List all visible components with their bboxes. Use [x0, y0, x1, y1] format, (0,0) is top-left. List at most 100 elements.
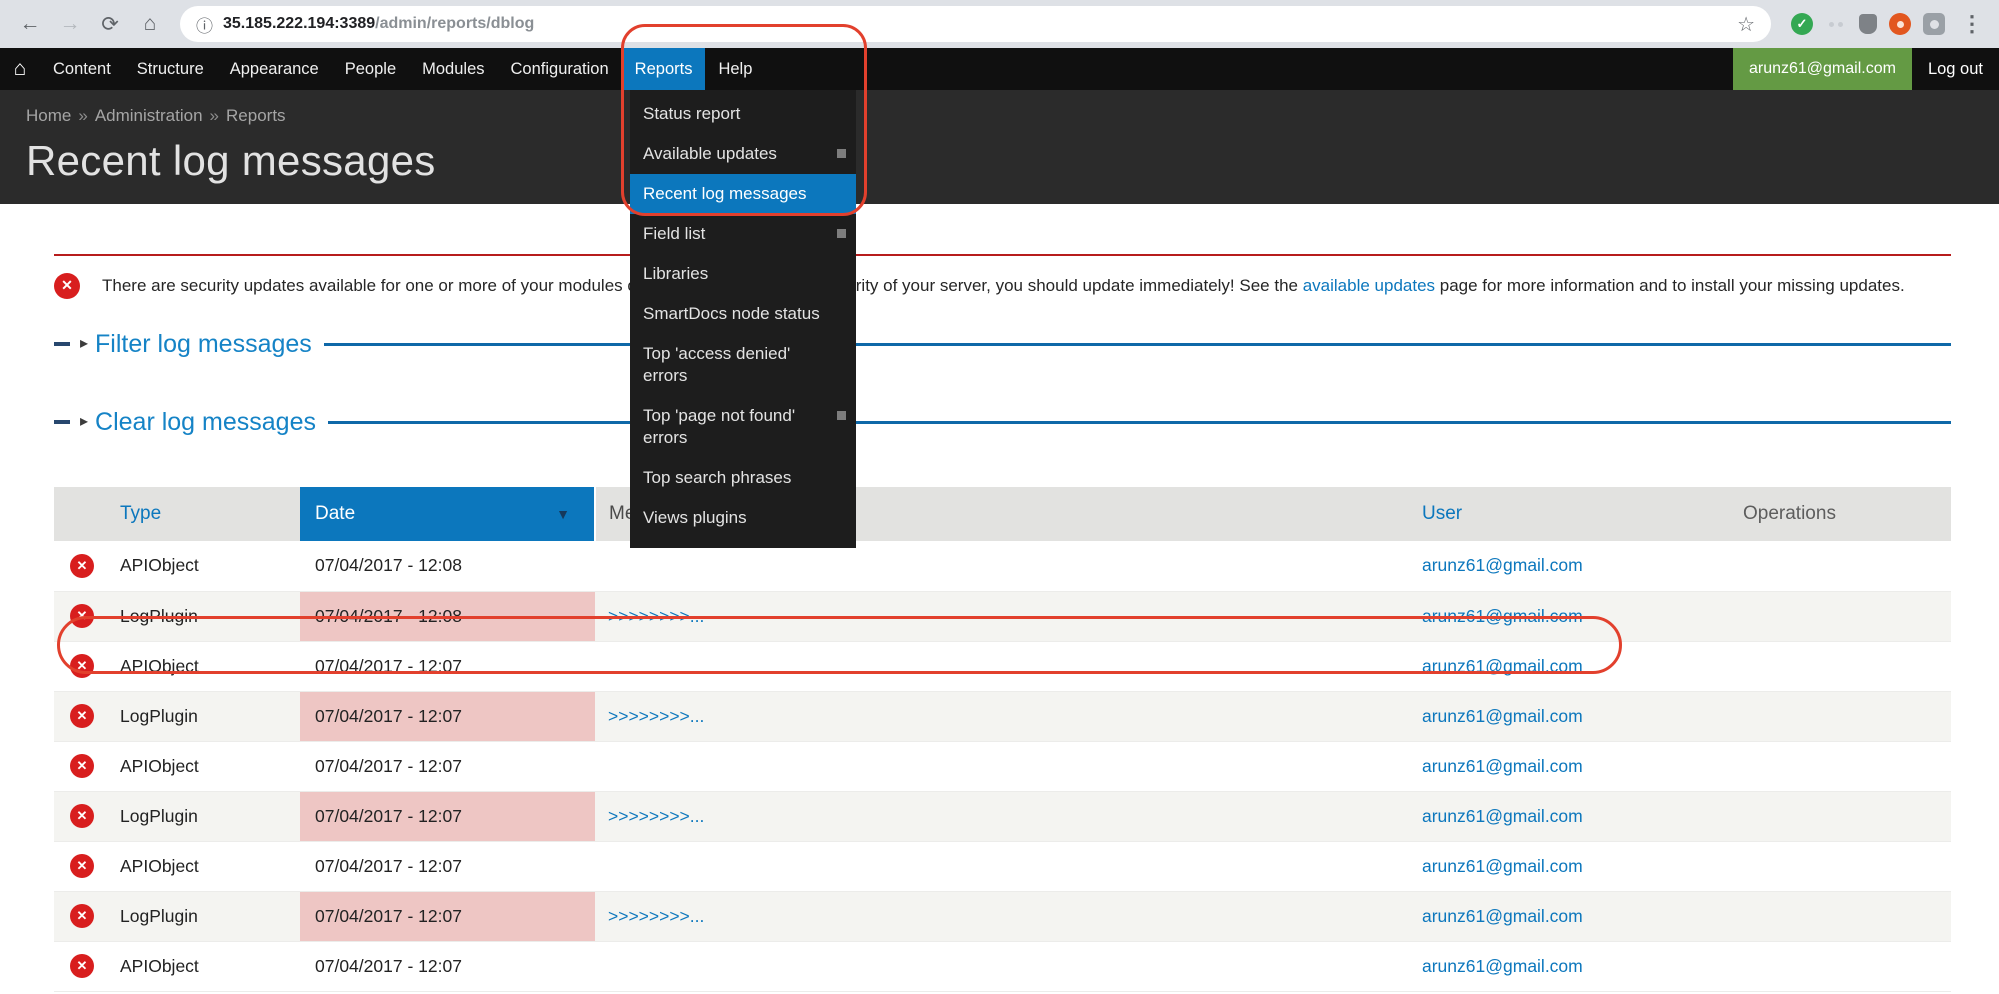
security-warning-message: ✕ There are security updates available f… — [54, 254, 1951, 313]
log-user-link[interactable]: arunz61@gmail.com — [1422, 806, 1583, 826]
fieldset-rule — [324, 343, 1951, 346]
menu-item-indicator — [837, 149, 846, 158]
log-message-link[interactable]: >>>>>>>>... — [608, 606, 704, 626]
browser-menu-icon[interactable]: ⋮ — [1957, 11, 1987, 37]
menu-item-libraries[interactable]: Libraries — [630, 254, 856, 294]
log-user-link[interactable]: arunz61@gmail.com — [1422, 706, 1583, 726]
menu-item-smartdocs-node-status[interactable]: SmartDocs node status — [630, 294, 856, 334]
error-icon: ✕ — [70, 554, 94, 578]
log-user-link[interactable]: arunz61@gmail.com — [1422, 956, 1583, 976]
breadcrumb-reports[interactable]: Reports — [226, 106, 286, 125]
log-type: LogPlugin — [110, 691, 300, 741]
clear-fieldset-toggle[interactable]: ▸Clear log messages — [78, 407, 328, 437]
table-row: ✕ APIObject 07/04/2017 - 12:08 arunz61@g… — [54, 541, 1951, 591]
log-type: LogPlugin — [110, 891, 300, 941]
log-operations — [1728, 841, 1951, 891]
extension-shield-icon[interactable] — [1859, 14, 1877, 34]
available-updates-link[interactable]: available updates — [1303, 276, 1435, 295]
menu-item-top-page-not-found[interactable]: Top 'page not found' errors — [630, 396, 856, 458]
log-message-link[interactable]: >>>>>>>>... — [608, 906, 704, 926]
security-warning-text: There are security updates available for… — [102, 272, 1905, 299]
log-operations — [1728, 541, 1951, 591]
log-message-link[interactable]: >>>>>>>>... — [608, 806, 704, 826]
forward-icon[interactable]: → — [52, 6, 88, 42]
breadcrumb-home[interactable]: Home — [26, 106, 71, 125]
collapsed-arrow-icon: ▸ — [80, 407, 88, 437]
log-messages-table: Type Date▼ Message User Operations ✕ API… — [54, 487, 1951, 992]
log-user-link[interactable]: arunz61@gmail.com — [1422, 606, 1583, 626]
error-x-glyph: ✕ — [77, 808, 88, 824]
log-user-link[interactable]: arunz61@gmail.com — [1422, 656, 1583, 676]
menu-item-label: Top search phrases — [643, 468, 791, 487]
toolbar-item-people[interactable]: People — [332, 48, 409, 90]
extension-dim-icon[interactable] — [1825, 13, 1847, 35]
back-icon[interactable]: ← — [12, 6, 48, 42]
log-date: 07/04/2017 - 12:08 — [300, 541, 595, 591]
toolbar-item-reports[interactable]: Reports — [622, 48, 706, 90]
sort-by-type-link[interactable]: Type — [120, 503, 161, 524]
check-glyph: ✓ — [1797, 16, 1808, 32]
admin-home-icon[interactable]: ⌂ — [0, 48, 40, 90]
log-user-link[interactable]: arunz61@gmail.com — [1422, 756, 1583, 776]
error-x-glyph: ✕ — [77, 558, 88, 574]
extension-camera-icon[interactable] — [1923, 13, 1945, 35]
error-icon: ✕ — [70, 604, 94, 628]
menu-item-recent-log-messages[interactable]: Recent log messages — [630, 174, 856, 214]
filter-fieldset-toggle[interactable]: ▸Filter log messages — [78, 329, 324, 359]
collapsed-arrow-icon: ▸ — [80, 329, 88, 359]
sort-by-date-header[interactable]: Date▼ — [300, 487, 595, 541]
log-type: APIObject — [110, 941, 300, 991]
menu-item-label: SmartDocs node status — [643, 304, 820, 323]
header-type: Type — [110, 487, 300, 541]
url-host: 35.185.222.194:3389 — [223, 15, 375, 32]
sort-by-user-link[interactable]: User — [1422, 503, 1462, 524]
menu-item-status-report[interactable]: Status report — [630, 94, 856, 134]
table-row: ✕ LogPlugin 07/04/2017 - 12:08 >>>>>>>>.… — [54, 591, 1951, 641]
menu-item-available-updates[interactable]: Available updates — [630, 134, 856, 174]
browser-chrome: ← → ⟳ ⌂ ⓘ 35.185.222.194:3389/admin/repo… — [0, 0, 1999, 48]
account-badge[interactable]: arunz61@gmail.com — [1733, 48, 1912, 90]
menu-item-label: Libraries — [643, 264, 708, 283]
browser-home-icon[interactable]: ⌂ — [132, 6, 168, 42]
table-header-row: Type Date▼ Message User Operations — [54, 487, 1951, 541]
menu-item-top-access-denied[interactable]: Top 'access denied' errors — [630, 334, 856, 396]
log-message-link[interactable]: >>>>>>>>... — [608, 706, 704, 726]
log-date: 07/04/2017 - 12:07 — [300, 641, 595, 691]
menu-item-field-list[interactable]: Field list — [630, 214, 856, 254]
log-user-link[interactable]: arunz61@gmail.com — [1422, 555, 1583, 575]
menu-item-top-search-phrases[interactable]: Top search phrases — [630, 458, 856, 498]
error-icon: ✕ — [70, 704, 94, 728]
menu-item-views-plugins[interactable]: Views plugins — [630, 498, 856, 538]
url-path: /admin/reports/dblog — [375, 15, 534, 32]
extension-check-icon[interactable]: ✓ — [1791, 13, 1813, 35]
bookmark-star-icon[interactable]: ☆ — [1737, 12, 1755, 37]
toolbar-item-content[interactable]: Content — [40, 48, 124, 90]
toolbar-item-configuration[interactable]: Configuration — [498, 48, 622, 90]
log-user-link[interactable]: arunz61@gmail.com — [1422, 906, 1583, 926]
error-icon: ✕ — [70, 954, 94, 978]
error-x-glyph: ✕ — [77, 708, 88, 724]
log-user-link[interactable]: arunz61@gmail.com — [1422, 856, 1583, 876]
error-x-glyph: ✕ — [77, 908, 88, 924]
error-x-glyph: ✕ — [77, 758, 88, 774]
breadcrumb-administration[interactable]: Administration — [95, 106, 203, 125]
table-row: ✕ APIObject 07/04/2017 - 12:07 arunz61@g… — [54, 741, 1951, 791]
toolbar-item-appearance[interactable]: Appearance — [217, 48, 332, 90]
log-date: 07/04/2017 - 12:07 — [300, 741, 595, 791]
clear-log-messages-fieldset: ▸Clear log messages — [54, 407, 1951, 437]
log-operations — [1728, 891, 1951, 941]
fieldset-edge-dash — [54, 420, 70, 424]
table-row: ✕ APIObject 07/04/2017 - 12:07 arunz61@g… — [54, 641, 1951, 691]
extension-orange-icon[interactable] — [1889, 13, 1911, 35]
toolbar-item-structure[interactable]: Structure — [124, 48, 217, 90]
table-row: ✕ APIObject 07/04/2017 - 12:07 arunz61@g… — [54, 941, 1951, 991]
log-type: APIObject — [110, 641, 300, 691]
address-bar[interactable]: ⓘ 35.185.222.194:3389/admin/reports/dblo… — [180, 6, 1771, 42]
table-row: ✕ LogPlugin 07/04/2017 - 12:07 >>>>>>>>.… — [54, 891, 1951, 941]
page-info-icon[interactable]: ⓘ — [196, 12, 213, 37]
toolbar-item-help[interactable]: Help — [705, 48, 765, 90]
logout-link[interactable]: Log out — [1912, 48, 1999, 90]
toolbar-item-modules[interactable]: Modules — [409, 48, 497, 90]
table-row: ✕ LogPlugin 07/04/2017 - 12:07 >>>>>>>>.… — [54, 791, 1951, 841]
reload-icon[interactable]: ⟳ — [92, 6, 128, 42]
